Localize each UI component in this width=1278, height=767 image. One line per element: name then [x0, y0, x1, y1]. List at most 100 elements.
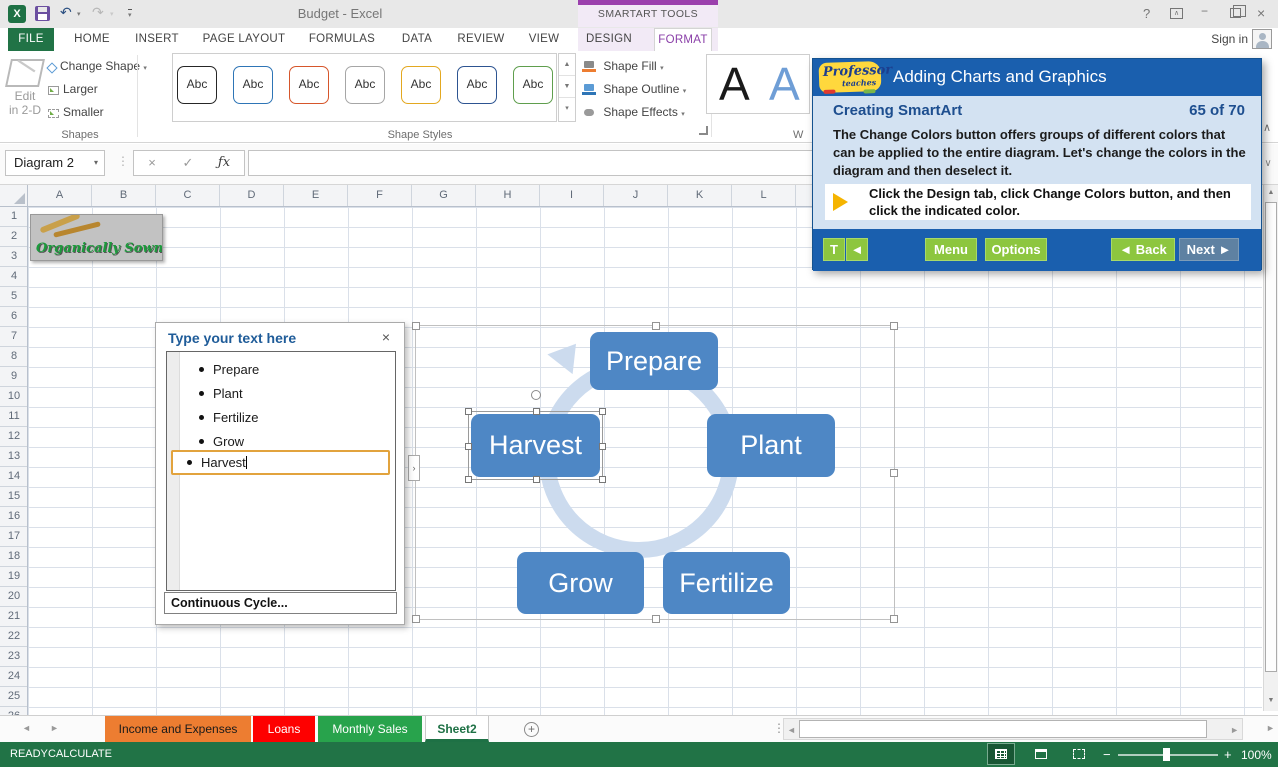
shape-fill-button[interactable]: Shape Fill ▾ [582, 59, 664, 73]
list-item[interactable]: Plant [185, 382, 391, 406]
row-header[interactable]: 17 [0, 527, 28, 547]
shape-resize-handle[interactable] [533, 476, 540, 483]
list-item[interactable]: Fertilize [185, 406, 391, 430]
wordart-style-blue[interactable]: A [769, 57, 800, 111]
row-header[interactable]: 21 [0, 607, 28, 627]
next-sheet-icon[interactable]: ► [50, 723, 59, 733]
tab-data[interactable]: DATA [394, 28, 440, 51]
column-header[interactable]: G [412, 185, 476, 207]
row-header[interactable]: 18 [0, 547, 28, 567]
shape-resize-handle[interactable] [599, 476, 606, 483]
shape-style-thumbnail[interactable]: Abc [233, 66, 273, 104]
row-header[interactable]: 14 [0, 467, 28, 487]
resize-handle[interactable] [890, 469, 898, 477]
menu-button[interactable]: Menu [925, 238, 977, 261]
insert-function-button[interactable]: ƒx [206, 151, 242, 175]
restore-icon[interactable] [1230, 8, 1241, 18]
name-box[interactable]: Diagram 2 ▾ [5, 150, 105, 176]
wordart-style-black[interactable]: A [719, 57, 750, 111]
column-header[interactable]: K [668, 185, 732, 207]
normal-view-button[interactable] [988, 744, 1014, 764]
qat-customize-icon[interactable]: ▾ [128, 9, 132, 19]
close-icon[interactable]: × [1257, 5, 1265, 21]
row-header[interactable]: 4 [0, 267, 28, 287]
smaller-button[interactable]: Smaller [48, 105, 104, 119]
column-header[interactable]: C [156, 185, 220, 207]
column-header[interactable]: L [732, 185, 796, 207]
sheet-tab-income-and-expenses[interactable]: Income and Expenses [105, 716, 251, 742]
new-sheet-button[interactable]: + [524, 722, 539, 737]
resize-handle[interactable] [412, 615, 420, 623]
row-header[interactable]: 9 [0, 367, 28, 387]
column-header[interactable]: E [284, 185, 348, 207]
tab-format[interactable]: FORMAT [654, 28, 712, 51]
redo-dropdown-icon[interactable]: ▾ [110, 10, 114, 18]
rotate-handle-icon[interactable] [531, 390, 541, 400]
page-layout-view-button[interactable] [1028, 744, 1054, 764]
shape-style-thumbnail[interactable]: Abc [289, 66, 329, 104]
enter-button[interactable]: ✓ [170, 151, 206, 175]
next-button[interactable]: Next ► [1179, 238, 1239, 261]
edit-in-2d-button[interactable]: Edit in 2-D [2, 89, 48, 117]
vertical-scrollbar[interactable]: ▲ ▼ [1263, 185, 1278, 711]
scroll-up-icon[interactable]: ▲ [1264, 185, 1278, 201]
row-header[interactable]: 12 [0, 427, 28, 447]
vertical-scroll-thumb[interactable] [1265, 202, 1277, 672]
ribbon-display-options-icon[interactable]: ∧ [1170, 8, 1183, 19]
collapse-ribbon-icon[interactable]: ∧ [1263, 121, 1271, 134]
shape-style-thumbnail[interactable]: Abc [177, 66, 217, 104]
shape-resize-handle[interactable] [465, 443, 472, 450]
larger-button[interactable]: Larger [48, 82, 98, 96]
column-header[interactable]: F [348, 185, 412, 207]
zoom-slider-handle[interactable] [1163, 748, 1170, 761]
shape-resize-handle[interactable] [465, 408, 472, 415]
column-header[interactable]: A [28, 185, 92, 207]
prev-sheet-icon[interactable]: ◄ [22, 723, 31, 733]
resize-handle[interactable] [890, 322, 898, 330]
row-header[interactable]: 19 [0, 567, 28, 587]
cancel-button[interactable]: × [134, 151, 170, 175]
shape-resize-handle[interactable] [465, 476, 472, 483]
undo-icon[interactable]: ↶ [60, 4, 72, 21]
smartart-shape-prepare[interactable]: Prepare [590, 332, 718, 390]
zoom-out-button[interactable]: − [1103, 747, 1111, 762]
sign-in-link[interactable]: Sign in [1211, 32, 1248, 46]
row-header[interactable]: 26 [0, 707, 28, 715]
zoom-level[interactable]: 100% [1241, 748, 1272, 762]
resize-handle[interactable] [652, 615, 660, 623]
row-header[interactable]: 23 [0, 647, 28, 667]
gallery-down-icon[interactable]: ▼ [559, 76, 575, 98]
row-header[interactable]: 24 [0, 667, 28, 687]
row-header[interactable]: 7 [0, 327, 28, 347]
minimize-icon[interactable]: − [1201, 4, 1208, 18]
shape-style-thumbnail[interactable]: Abc [401, 66, 441, 104]
gallery-up-icon[interactable]: ▲ [559, 54, 575, 76]
user-avatar-icon[interactable] [1252, 29, 1272, 49]
gallery-more-icon[interactable]: ▾ [559, 98, 575, 120]
shape-resize-handle[interactable] [599, 443, 606, 450]
redo-icon[interactable]: ↷ [92, 4, 104, 21]
column-header[interactable]: J [604, 185, 668, 207]
text-pane-close-icon[interactable]: × [382, 329, 390, 345]
tab-view[interactable]: VIEW [521, 28, 567, 51]
tab-review[interactable]: REVIEW [452, 28, 510, 51]
shape-style-thumbnail[interactable]: Abc [345, 66, 385, 104]
expand-formula-bar-icon[interactable]: ∨ [1260, 152, 1276, 176]
sheet-tab-loans[interactable]: Loans [253, 716, 315, 742]
sheet-tab-monthly-sales[interactable]: Monthly Sales [318, 716, 422, 742]
tab-home[interactable]: HOME [69, 28, 115, 51]
tab-page-layout[interactable]: PAGE LAYOUT [200, 28, 288, 51]
shape-effects-button[interactable]: Shape Effects ▾ [582, 105, 685, 119]
row-header[interactable]: 15 [0, 487, 28, 507]
tab-file[interactable]: FILE [8, 28, 54, 51]
smartart-shape-fertilize[interactable]: Fertilize [663, 552, 790, 614]
audio-button[interactable]: ◄ [846, 238, 868, 261]
row-header[interactable]: 22 [0, 627, 28, 647]
organically-sown-image[interactable]: Organically Sown [30, 214, 163, 261]
scroll-right-corner-icon[interactable]: ► [1266, 723, 1275, 733]
dialog-launcher-icon[interactable] [699, 126, 708, 135]
scroll-right-icon[interactable]: ► [1230, 725, 1239, 735]
column-header[interactable]: H [476, 185, 540, 207]
change-shape-button[interactable]: Change Shape ▾ [48, 59, 147, 73]
row-header[interactable]: 11 [0, 407, 28, 427]
